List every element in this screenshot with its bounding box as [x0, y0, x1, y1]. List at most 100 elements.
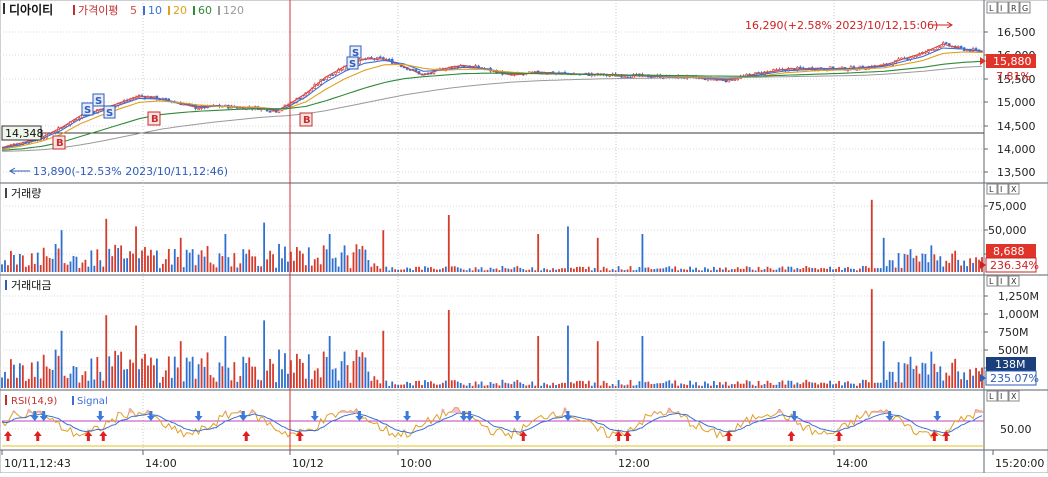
panel-button-x[interactable]: X	[1009, 391, 1019, 401]
amount-bar	[222, 366, 224, 388]
volume-tick-label: 75,000	[988, 200, 1027, 213]
volume-bar	[296, 247, 298, 272]
amount-bar	[67, 378, 69, 388]
rsi-overbought-fill	[39, 411, 42, 413]
svg-text:S: S	[349, 59, 356, 70]
amount-bar	[34, 377, 36, 388]
amount-bar	[945, 373, 947, 388]
amount-bar	[898, 362, 900, 388]
amount-bar	[761, 385, 763, 388]
rsi-overbought-fill	[349, 411, 352, 413]
volume-bar	[585, 269, 587, 272]
amount-bar	[192, 357, 194, 388]
amount-bar	[10, 359, 12, 388]
volume-bar	[597, 238, 599, 272]
volume-bar	[621, 269, 623, 272]
amount-bar	[782, 380, 784, 388]
panel-button-i[interactable]: I	[998, 184, 1008, 194]
amount-bar	[522, 384, 524, 388]
amount-bar	[433, 384, 435, 388]
volume-bar	[847, 267, 849, 272]
panel-button-l[interactable]: L	[987, 391, 997, 401]
toolbar-button-i[interactable]: I	[998, 2, 1008, 13]
panel-button-x[interactable]: X	[1009, 184, 1019, 194]
volume-bar	[311, 266, 313, 272]
amount-bar	[528, 385, 530, 388]
svg-text:L: L	[989, 277, 994, 286]
panel-button-i[interactable]: I	[998, 391, 1008, 401]
panel-button-l[interactable]: L	[987, 184, 997, 194]
ma-legend-item: 20	[173, 4, 187, 17]
volume-bar	[680, 269, 682, 272]
volume-bar	[454, 266, 456, 272]
volume-bar	[281, 258, 283, 272]
candle-body	[335, 72, 337, 74]
volume-bar	[251, 256, 253, 272]
rsi-overbought-fill	[563, 408, 566, 413]
amount-bar	[758, 381, 760, 388]
amount-bar	[752, 385, 754, 388]
time-label: 10:00	[400, 457, 432, 470]
volume-bar	[99, 260, 101, 272]
rsi-overbought-fill	[981, 411, 984, 413]
amount-bar	[254, 367, 256, 388]
toolbar-button-l[interactable]: L	[987, 2, 997, 13]
panel-button-l[interactable]: L	[987, 276, 997, 286]
volume-bar	[779, 268, 781, 272]
volume-bar	[695, 268, 697, 272]
volume-bar	[576, 267, 578, 272]
amount-bar	[645, 382, 647, 388]
amount-tick-label: 500M	[998, 344, 1029, 357]
amount-bar	[135, 326, 137, 388]
amount-bar	[850, 384, 852, 388]
amount-bar	[642, 336, 644, 388]
volume-bar	[275, 268, 277, 272]
toolbar-button-r[interactable]: R	[1009, 2, 1019, 13]
panel-button-i[interactable]: I	[998, 276, 1008, 286]
volume-bar	[481, 267, 483, 272]
volume-bar	[832, 269, 834, 272]
current-price: 15,880	[993, 55, 1032, 68]
amount-bar	[317, 368, 319, 388]
volume-bar	[954, 251, 956, 272]
volume-bar	[320, 264, 322, 272]
amount-bar	[957, 371, 959, 388]
sell-marker: S	[104, 106, 115, 119]
volume-bar	[365, 250, 367, 272]
price-tick-label: 16,500	[997, 26, 1036, 39]
volume-bar	[725, 267, 727, 272]
volume-bar	[391, 267, 393, 272]
amount-bar	[731, 384, 733, 388]
volume-bar	[913, 258, 915, 272]
volume-bar	[859, 269, 861, 272]
amount-bar	[320, 377, 322, 388]
volume-bar	[135, 226, 137, 272]
panel-button-x[interactable]: X	[1009, 276, 1019, 286]
volume-bar	[591, 270, 593, 272]
amount-bar	[612, 384, 614, 388]
amount-bar	[653, 384, 655, 388]
volume-bar	[877, 268, 879, 272]
amount-bar	[225, 336, 227, 388]
amount-bar	[216, 382, 218, 388]
rsi-overbought-fill	[132, 412, 135, 413]
amount-bar	[519, 382, 521, 388]
amount-bar	[686, 385, 688, 388]
volume-bar	[606, 268, 608, 272]
amount-pct: 235.07%	[990, 372, 1039, 385]
sell-marker: S	[93, 94, 104, 107]
volume-bar	[225, 234, 227, 272]
amount-bar	[73, 366, 75, 388]
amount-bar	[829, 381, 831, 388]
amount-bar	[618, 380, 620, 388]
candle-body	[725, 81, 727, 82]
amount-bar	[978, 371, 980, 388]
ma-legend-item: 60	[198, 4, 212, 17]
amount-bar	[811, 383, 813, 388]
rsi-overbought-fill	[659, 412, 662, 413]
toolbar-button-g[interactable]: G	[1020, 2, 1030, 13]
rsi-tick: 50.00	[1000, 423, 1032, 436]
amount-bar	[591, 386, 593, 388]
amount-bar	[862, 380, 864, 388]
rsi-overbought-fill	[876, 412, 879, 413]
